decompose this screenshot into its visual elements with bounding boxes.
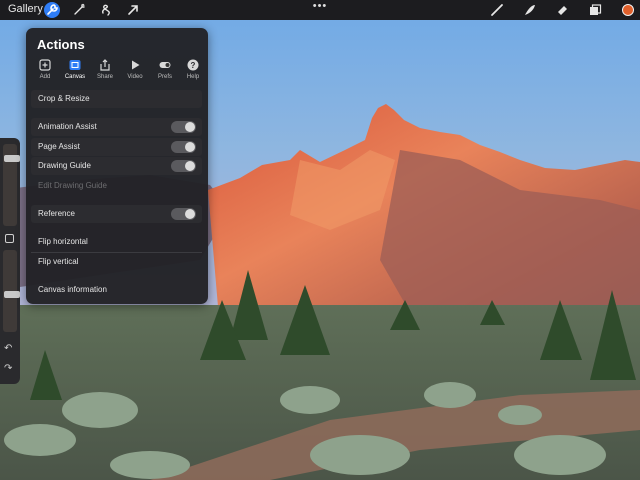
- edit-drawing-guide-label: Edit Drawing Guide: [38, 181, 107, 190]
- help-icon: ?: [187, 59, 199, 71]
- crop-resize-button[interactable]: Crop & Resize: [31, 90, 202, 108]
- magic-wand-icon: [74, 3, 85, 15]
- reference-row: Reference: [31, 205, 202, 223]
- brush-button[interactable]: [489, 2, 505, 18]
- canvas-icon: [69, 60, 81, 70]
- tab-help[interactable]: ? Help: [180, 59, 206, 80]
- edit-drawing-guide-button: Edit Drawing Guide: [31, 177, 202, 195]
- actions-tabs: Add Canvas Share Video Prefs ? Help: [32, 59, 204, 85]
- transform-button[interactable]: [125, 2, 141, 18]
- actions-panel: Actions Add Canvas Share Video Prefs ? H…: [26, 28, 208, 304]
- animation-assist-toggle[interactable]: [171, 121, 196, 133]
- svg-text:?: ?: [191, 61, 196, 70]
- transform-arrow-icon: [128, 5, 138, 15]
- prefs-icon: [159, 62, 171, 68]
- toggle-knob: [185, 161, 195, 171]
- tab-label: Add: [39, 74, 51, 80]
- share-icon: [100, 59, 110, 71]
- crop-resize-label: Crop & Resize: [38, 94, 90, 103]
- undo-icon: ↶: [4, 343, 13, 354]
- tab-label: Video: [127, 74, 143, 80]
- toggle-knob: [185, 209, 195, 219]
- flip-horizontal-label: Flip horizontal: [38, 237, 88, 246]
- smudge-button[interactable]: [522, 2, 538, 18]
- smudge-icon: [525, 5, 535, 15]
- flip-vertical-label: Flip vertical: [38, 257, 79, 266]
- tab-label: Help: [186, 74, 200, 80]
- canvas-information-button[interactable]: Canvas information: [31, 281, 202, 299]
- brush-size-slider[interactable]: [3, 144, 20, 226]
- animation-assist-row: Animation Assist: [31, 118, 202, 136]
- brush-icon: [491, 4, 503, 16]
- drawing-guide-label: Drawing Guide: [38, 161, 91, 170]
- toggle-knob: [185, 142, 195, 152]
- opacity-slider-thumb[interactable]: [4, 291, 20, 298]
- top-toolbar: Gallery •••: [0, 0, 640, 20]
- animation-assist-label: Animation Assist: [38, 122, 97, 131]
- adjustments-button[interactable]: [71, 2, 87, 18]
- layers-icon: [590, 4, 602, 15]
- gallery-button[interactable]: Gallery: [8, 3, 43, 15]
- eraser-button[interactable]: [554, 2, 570, 18]
- page-assist-label: Page Assist: [38, 142, 80, 151]
- drawing-guide-row: Drawing Guide: [31, 157, 202, 175]
- page-assist-row: Page Assist: [31, 138, 202, 156]
- page-assist-toggle[interactable]: [171, 141, 196, 153]
- color-swatch-button[interactable]: [622, 4, 634, 16]
- more-options-button[interactable]: •••: [312, 1, 328, 13]
- reference-label: Reference: [38, 209, 75, 218]
- brush-size-slider-thumb[interactable]: [4, 155, 20, 162]
- tab-prefs[interactable]: Prefs: [152, 59, 178, 80]
- add-icon: [39, 59, 51, 71]
- redo-button[interactable]: ↷: [4, 364, 12, 374]
- tab-label: Prefs: [157, 74, 172, 80]
- tab-video[interactable]: Video: [122, 59, 148, 80]
- panel-title: Actions: [37, 37, 85, 52]
- canvas-information-label: Canvas information: [38, 285, 107, 294]
- redo-icon: ↷: [4, 363, 13, 374]
- reference-toggle[interactable]: [171, 208, 196, 220]
- tab-canvas[interactable]: Canvas: [62, 59, 88, 80]
- layers-button[interactable]: [587, 2, 603, 18]
- tab-label: Canvas: [64, 74, 86, 80]
- drawing-guide-toggle[interactable]: [171, 160, 196, 172]
- toggle-knob: [185, 122, 195, 132]
- wrench-icon: [47, 4, 58, 15]
- undo-button[interactable]: ↶: [4, 344, 12, 354]
- actions-button[interactable]: [44, 2, 60, 18]
- opacity-slider[interactable]: [3, 250, 20, 332]
- tab-label: Share: [96, 74, 113, 80]
- eraser-icon: [558, 6, 567, 15]
- tab-add[interactable]: Add: [32, 59, 58, 80]
- modify-button[interactable]: [5, 234, 14, 243]
- selection-icon: [101, 4, 110, 16]
- flip-horizontal-button[interactable]: Flip horizontal: [31, 233, 202, 251]
- video-icon: [132, 60, 140, 70]
- tab-share[interactable]: Share: [92, 59, 118, 80]
- selection-button[interactable]: [98, 2, 114, 18]
- flip-vertical-button[interactable]: Flip vertical: [31, 253, 202, 271]
- left-sidebar: ↶ ↷: [0, 138, 20, 384]
